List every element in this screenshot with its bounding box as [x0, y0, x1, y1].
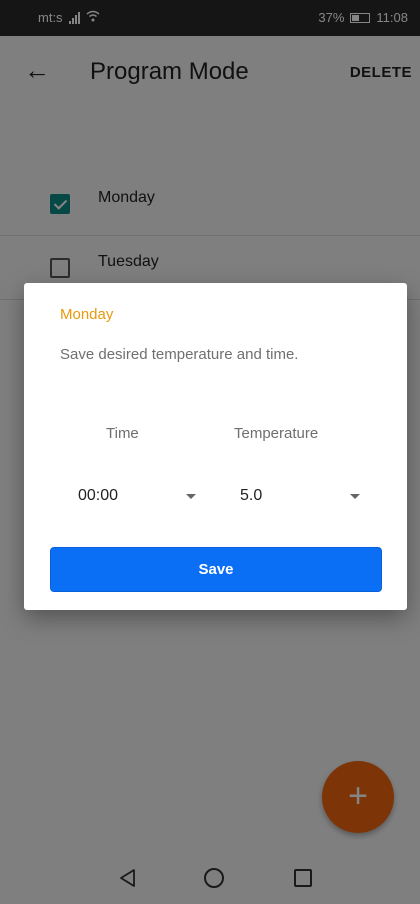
time-value: 00:00 — [78, 487, 119, 504]
save-button[interactable]: Save — [50, 547, 382, 592]
dialog-message: Save desired temperature and time. — [60, 346, 299, 363]
temperature-value: 5.0 — [240, 487, 263, 504]
time-label: Time — [106, 425, 139, 442]
schedule-dialog: Monday Save desired temperature and time… — [24, 283, 407, 610]
temperature-select[interactable]: 5.0 — [240, 483, 360, 511]
dialog-title: Monday — [60, 306, 114, 323]
chevron-down-icon — [186, 494, 196, 499]
temperature-label: Temperature — [234, 425, 319, 442]
chevron-down-icon — [350, 494, 360, 499]
time-select[interactable]: 00:00 — [78, 483, 196, 511]
